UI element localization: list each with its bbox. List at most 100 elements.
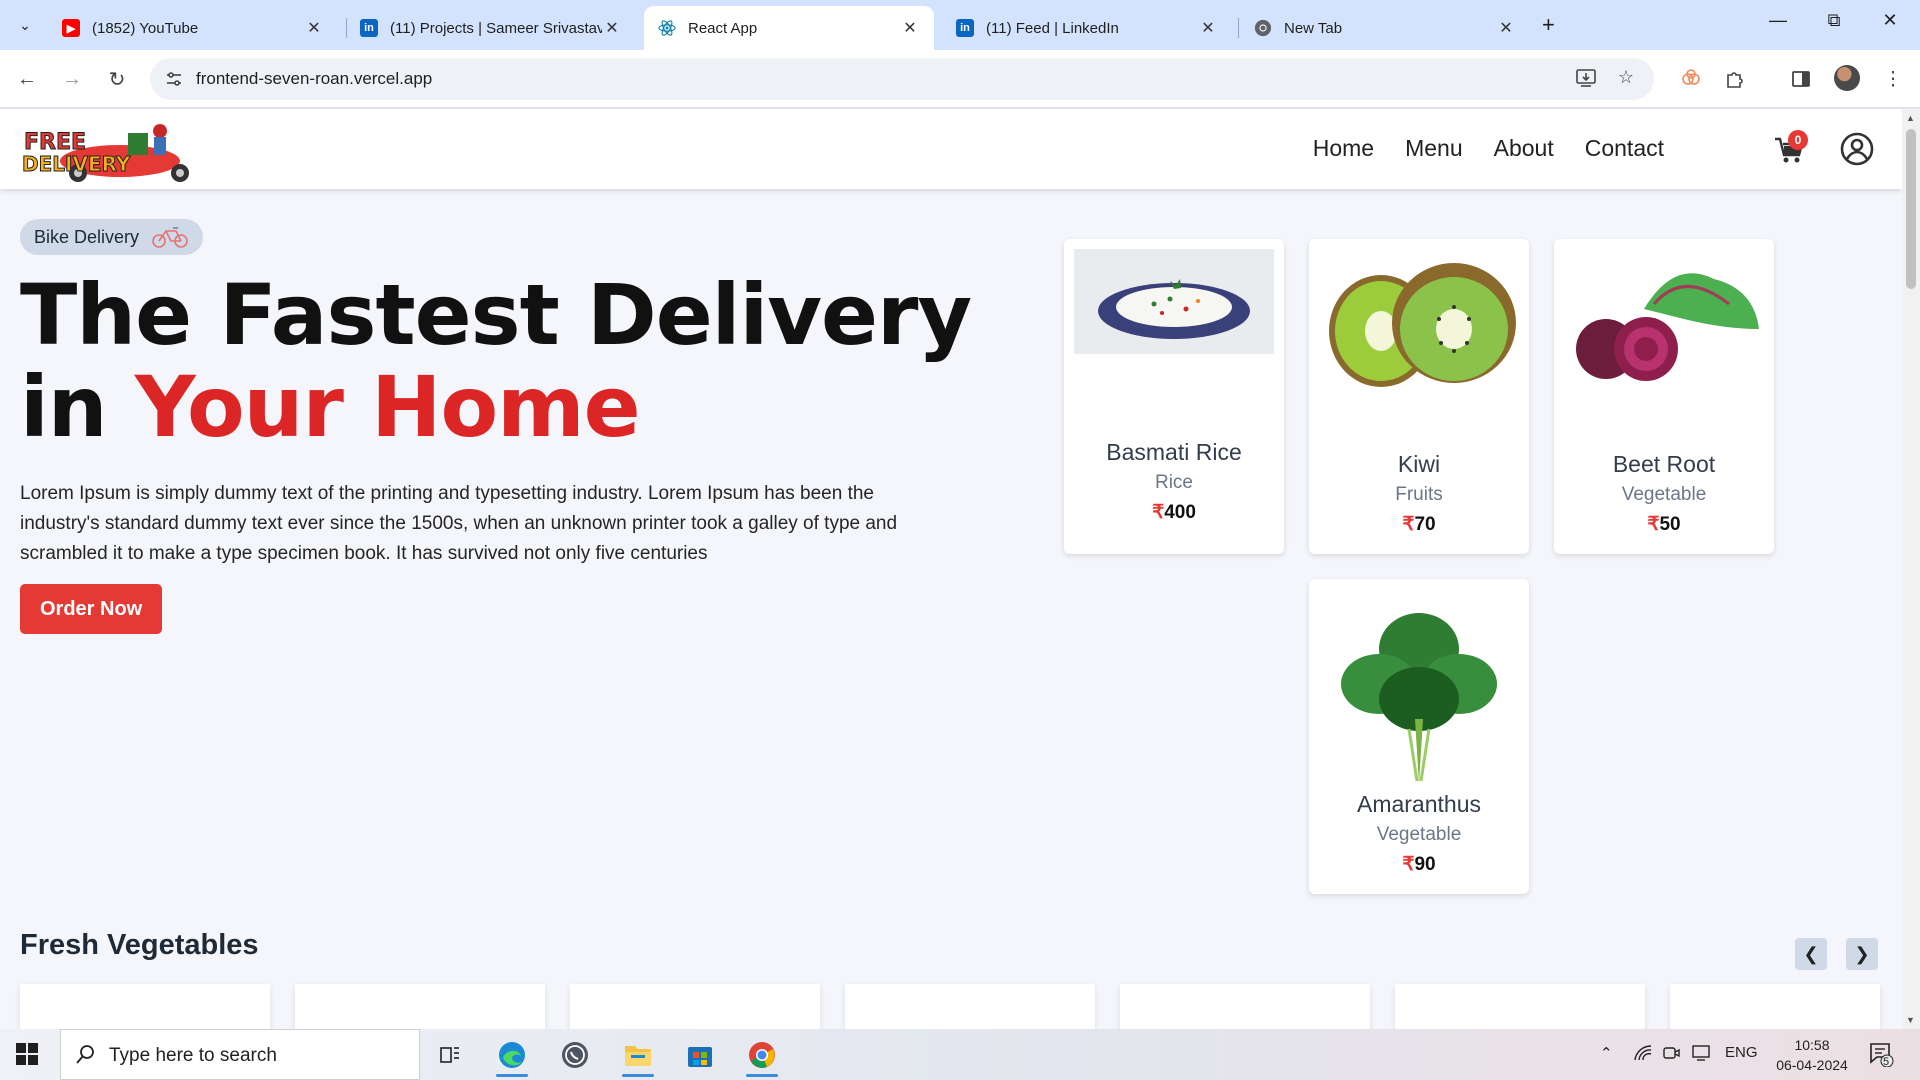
site-settings-icon[interactable]: [164, 69, 184, 89]
more-menu-icon[interactable]: ⋮: [1878, 64, 1908, 94]
profile-avatar[interactable]: [1834, 65, 1860, 91]
kiwi-image: [1329, 263, 1516, 387]
reload-icon[interactable]: ↻: [102, 64, 132, 94]
task-view-icon[interactable]: [428, 1035, 472, 1075]
close-tab-icon[interactable]: ✕: [1496, 18, 1516, 38]
taskbar-search-placeholder: Type here to search: [109, 1045, 277, 1066]
product-name: Basmati Rice: [1106, 439, 1242, 465]
display-icon[interactable]: [1691, 1044, 1711, 1066]
bicycle-icon: [152, 227, 188, 248]
address-bar[interactable]: frontend-seven-roan.vercel.app ☆: [150, 58, 1654, 100]
close-tab-icon[interactable]: ✕: [900, 18, 920, 38]
back-arrow-icon[interactable]: ←: [12, 64, 42, 94]
hero-title-highlight: Your Home: [134, 358, 641, 456]
close-tab-icon[interactable]: ✕: [1198, 18, 1218, 38]
new-tab-plus-icon[interactable]: +: [1542, 12, 1555, 38]
extensions-puzzle-icon[interactable]: [1720, 64, 1750, 94]
vegetable-card[interactable]: [1120, 984, 1370, 1029]
price-value: 70: [1414, 514, 1436, 535]
vegetable-card[interactable]: [1670, 984, 1880, 1029]
hero-headline: The Fastest Delivery in Your Home: [20, 266, 972, 453]
bookmark-star-icon[interactable]: ☆: [1614, 67, 1638, 91]
nav-contact[interactable]: Contact: [1585, 135, 1664, 162]
hero-title-line2: in Your Home: [20, 361, 971, 453]
tab-linkedin-projects[interactable]: in (11) Projects | Sameer Srivastav ✕: [346, 6, 636, 50]
badge-label: Bike Delivery: [34, 226, 140, 247]
scroll-up-arrow-icon[interactable]: ▲: [1906, 113, 1915, 123]
rupee-symbol: ₹: [1402, 514, 1415, 535]
vegetable-card[interactable]: [845, 984, 1095, 1029]
nav-about[interactable]: About: [1494, 135, 1554, 162]
price-value: 50: [1659, 514, 1681, 535]
linkedin-icon: in: [956, 19, 974, 37]
site-header: FREE DELIVERY Home Menu About Contact 0: [0, 109, 1902, 189]
product-card-amaranthus[interactable]: Amaranthus Vegetable ₹90: [1309, 579, 1529, 894]
scroll-down-arrow-icon[interactable]: ▼: [1906, 1015, 1915, 1025]
taskbar-search-box[interactable]: Type here to search: [60, 1029, 420, 1080]
hero-title-line1: The Fastest Delivery: [20, 266, 972, 364]
page-viewport: FREE DELIVERY Home Menu About Contact 0 …: [0, 109, 1902, 1029]
product-price: ₹400: [1064, 501, 1284, 524]
tab-new-tab[interactable]: New Tab ✕: [1240, 6, 1530, 50]
logo-wordmark: FREE DELIVERY: [22, 130, 132, 177]
user-account-icon[interactable]: [1839, 131, 1875, 167]
product-card-beet-root[interactable]: Beet Root Vegetable ₹50: [1554, 239, 1774, 554]
forward-arrow-icon[interactable]: →: [57, 64, 87, 94]
file-explorer-icon[interactable]: [616, 1035, 660, 1077]
carousel-next-button[interactable]: ❯: [1846, 938, 1878, 970]
windows-taskbar: Type here to search ⌃ ENG 10:58 06-04-20…: [0, 1029, 1920, 1080]
nav-menu[interactable]: Menu: [1405, 135, 1463, 162]
network-icon[interactable]: [1633, 1044, 1653, 1066]
url-text: frontend-seven-roan.vercel.app: [196, 69, 433, 88]
notification-center-icon[interactable]: [1868, 1041, 1894, 1071]
tab-title: React App: [688, 19, 758, 37]
react-icon: [658, 19, 676, 37]
chrome-icon[interactable]: [740, 1035, 784, 1077]
page-scrollbar[interactable]: ▲ ▼: [1902, 109, 1920, 1029]
youtube-icon: ▶: [62, 19, 80, 37]
product-category: Vegetable: [1376, 824, 1462, 845]
show-hidden-icons-chevron-icon[interactable]: ⌃: [1600, 1044, 1613, 1062]
tab-react-app[interactable]: React App ✕: [644, 6, 934, 50]
microsoft-store-icon[interactable]: [678, 1035, 722, 1075]
product-card-basmati-rice[interactable]: Basmati Rice Rice ₹400: [1064, 239, 1284, 554]
install-app-icon[interactable]: [1574, 67, 1598, 91]
vegetable-card[interactable]: [20, 984, 270, 1029]
svg-text:DELIVERY: DELIVERY: [22, 152, 131, 176]
window-close-icon[interactable]: ✕: [1870, 10, 1910, 31]
close-tab-icon[interactable]: ✕: [304, 18, 324, 38]
vegetable-card[interactable]: [570, 984, 820, 1029]
vegetable-card[interactable]: [1395, 984, 1645, 1029]
nav-home[interactable]: Home: [1313, 135, 1374, 162]
product-name: Beet Root: [1612, 451, 1716, 477]
restore-icon[interactable]: ⧉: [1814, 10, 1854, 31]
taskbar-clock[interactable]: 10:58 06-04-2024: [1762, 1035, 1862, 1075]
scrollbar-thumb[interactable]: [1906, 129, 1916, 289]
whatsapp-icon[interactable]: [553, 1035, 597, 1075]
browser-toolbar: ← → ↻ frontend-seven-roan.vercel.app ☆ ⋮: [0, 50, 1920, 108]
meet-now-icon[interactable]: [1662, 1044, 1680, 1066]
tab-title: (11) Feed | LinkedIn: [986, 19, 1119, 37]
clock-date: 06-04-2024: [1776, 1057, 1848, 1073]
close-tab-icon[interactable]: ✕: [602, 18, 622, 38]
product-name: Amaranthus: [1356, 791, 1481, 817]
edge-browser-icon[interactable]: [490, 1035, 534, 1077]
product-price: ₹70: [1309, 513, 1529, 536]
product-card-kiwi[interactable]: Kiwi Fruits ₹70: [1309, 239, 1529, 554]
cart-count-badge: 0: [1788, 130, 1808, 150]
minimize-icon[interactable]: —: [1758, 10, 1798, 31]
tab-search-chevron-icon[interactable]: ⌄: [10, 10, 40, 40]
side-panel-icon[interactable]: [1786, 64, 1816, 94]
input-language[interactable]: ENG: [1725, 1044, 1758, 1061]
extension-icon[interactable]: [1676, 64, 1706, 94]
tab-youtube[interactable]: ▶ (1852) YouTube ✕: [48, 6, 338, 50]
vegetable-card[interactable]: [295, 984, 545, 1029]
order-now-button[interactable]: Order Now: [20, 584, 163, 634]
tab-linkedin-feed[interactable]: in (11) Feed | LinkedIn ✕: [942, 6, 1232, 50]
free-delivery-logo[interactable]: FREE DELIVERY: [20, 115, 200, 185]
beetroot-image: [1576, 273, 1759, 381]
carousel-prev-button[interactable]: ❮: [1795, 938, 1827, 970]
rice-plate-image: [1074, 249, 1274, 354]
windows-start-icon[interactable]: [16, 1043, 38, 1065]
price-value: 90: [1414, 854, 1436, 875]
